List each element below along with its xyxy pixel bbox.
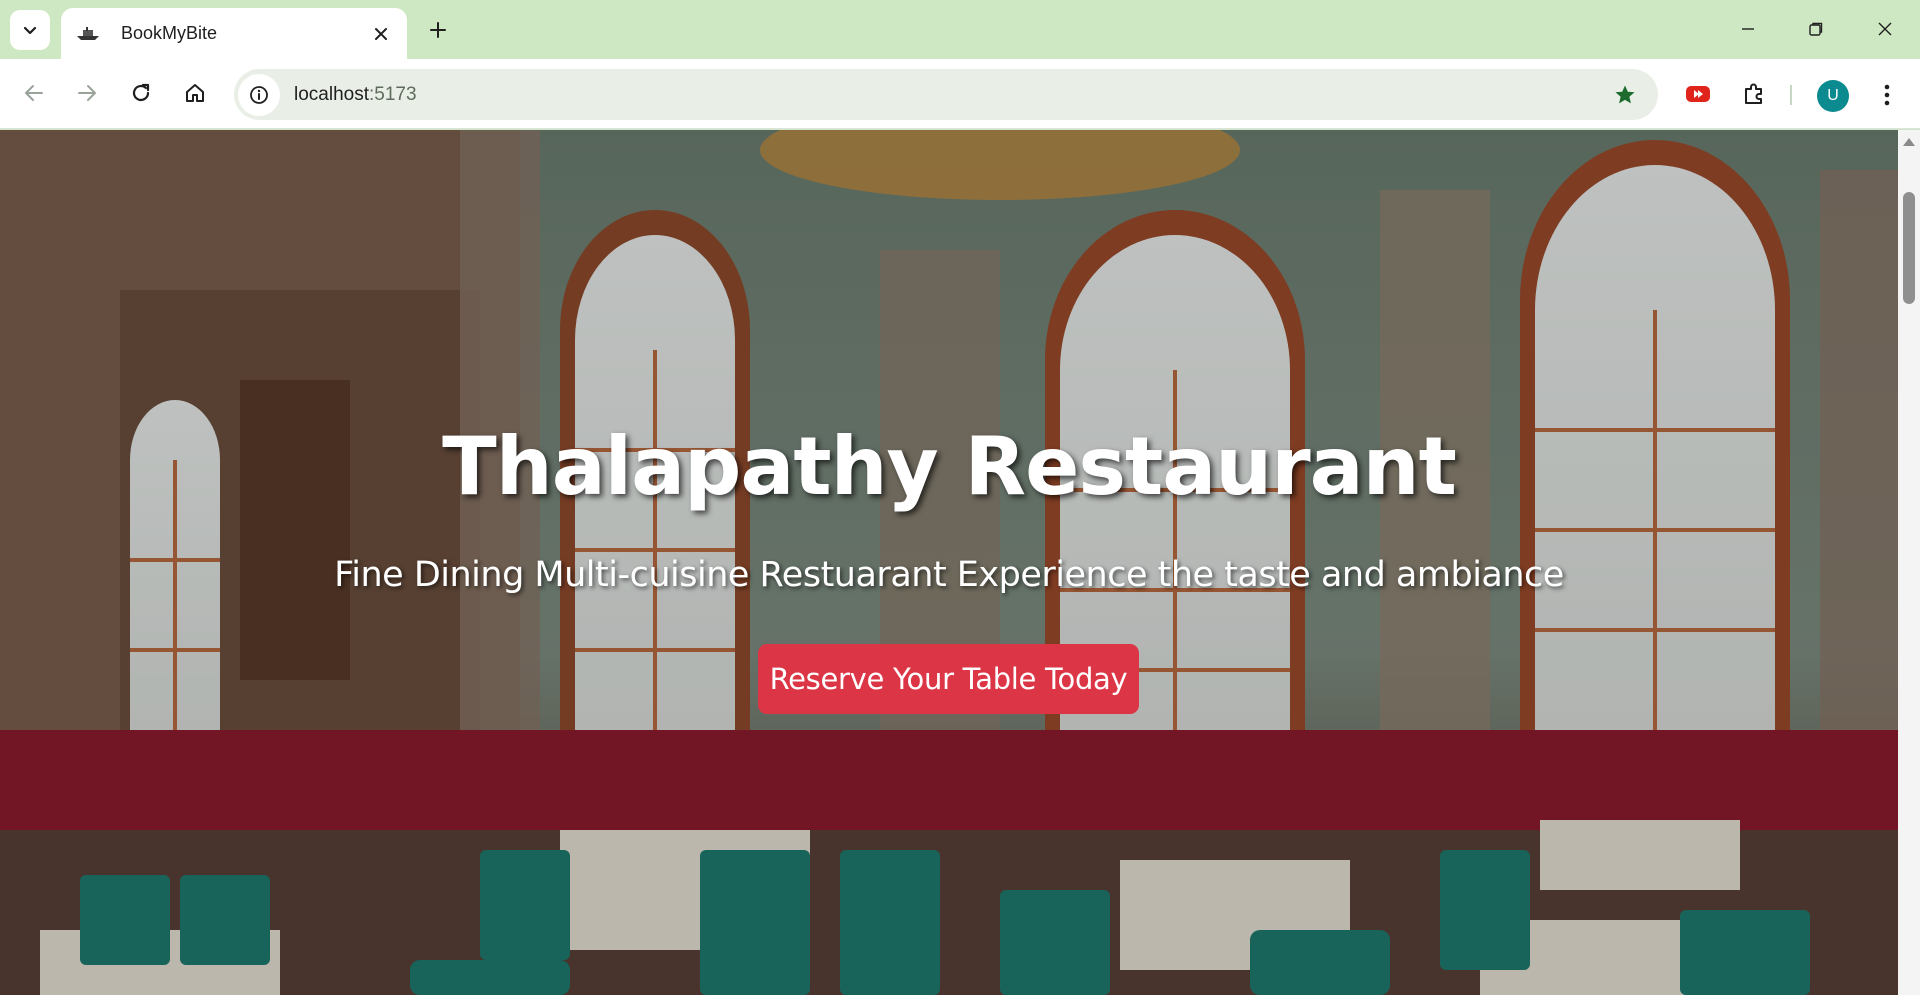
kebab-menu-icon — [1884, 84, 1890, 106]
plus-icon — [430, 22, 446, 38]
browser-tab[interactable]: BookMyBite — [61, 8, 407, 59]
close-icon — [375, 27, 387, 40]
tab-title: BookMyBite — [121, 23, 218, 43]
back-arrow-icon — [25, 85, 43, 101]
close-window-button[interactable] — [1857, 8, 1913, 50]
chevron-down-icon — [23, 26, 37, 35]
star-icon — [1615, 85, 1635, 103]
close-icon — [1878, 22, 1892, 36]
minimize-icon — [1742, 28, 1754, 30]
youtube-extension-button[interactable] — [1679, 75, 1717, 113]
puzzle-icon — [1745, 83, 1762, 104]
tab-close-button[interactable] — [367, 20, 395, 48]
page-viewport: Thalapathy Restaurant Fine Dining Multi-… — [0, 130, 1898, 995]
boat-favicon-icon — [75, 24, 101, 44]
restore-button[interactable] — [1788, 8, 1844, 50]
home-button[interactable] — [175, 73, 215, 113]
new-tab-button[interactable] — [420, 12, 456, 48]
address-bar[interactable]: localhost:5173 — [234, 69, 1658, 120]
scroll-thumb[interactable] — [1903, 192, 1915, 304]
hero-section: Thalapathy Restaurant Fine Dining Multi-… — [0, 130, 1898, 995]
back-button[interactable] — [14, 73, 54, 113]
reload-button[interactable] — [121, 73, 161, 113]
extensions-button[interactable] — [1735, 75, 1773, 113]
tab-search-button[interactable] — [10, 10, 50, 50]
tab-strip: BookMyBite — [0, 0, 1920, 59]
hero-title: Thalapathy Restaurant — [442, 420, 1457, 513]
reserve-table-button[interactable]: Reserve Your Table Today — [758, 644, 1139, 714]
forward-arrow-icon — [78, 85, 96, 101]
scroll-up-arrow-icon[interactable] — [1903, 138, 1915, 146]
info-icon — [250, 85, 268, 104]
browser-menu-button[interactable] — [1867, 75, 1907, 115]
minimize-button[interactable] — [1720, 8, 1776, 50]
forward-button[interactable] — [67, 73, 107, 113]
restore-icon — [1809, 22, 1823, 36]
toolbar-separator — [1790, 85, 1792, 105]
browser-toolbar: localhost:5173 — [0, 59, 1920, 129]
site-info-button[interactable] — [238, 73, 280, 116]
page-scrollbar[interactable] — [1898, 130, 1920, 995]
home-icon — [186, 84, 204, 102]
url-port: :5173 — [369, 83, 417, 105]
bookmark-button[interactable] — [1604, 74, 1646, 116]
url-text[interactable]: localhost:5173 — [294, 84, 1604, 106]
reload-icon — [132, 83, 150, 102]
hero-subtitle: Fine Dining Multi-cuisine Restuarant Exp… — [334, 555, 1564, 595]
url-host: localhost — [294, 83, 369, 105]
youtube-extension-icon — [1686, 86, 1710, 102]
profile-avatar[interactable]: U — [1817, 80, 1849, 112]
